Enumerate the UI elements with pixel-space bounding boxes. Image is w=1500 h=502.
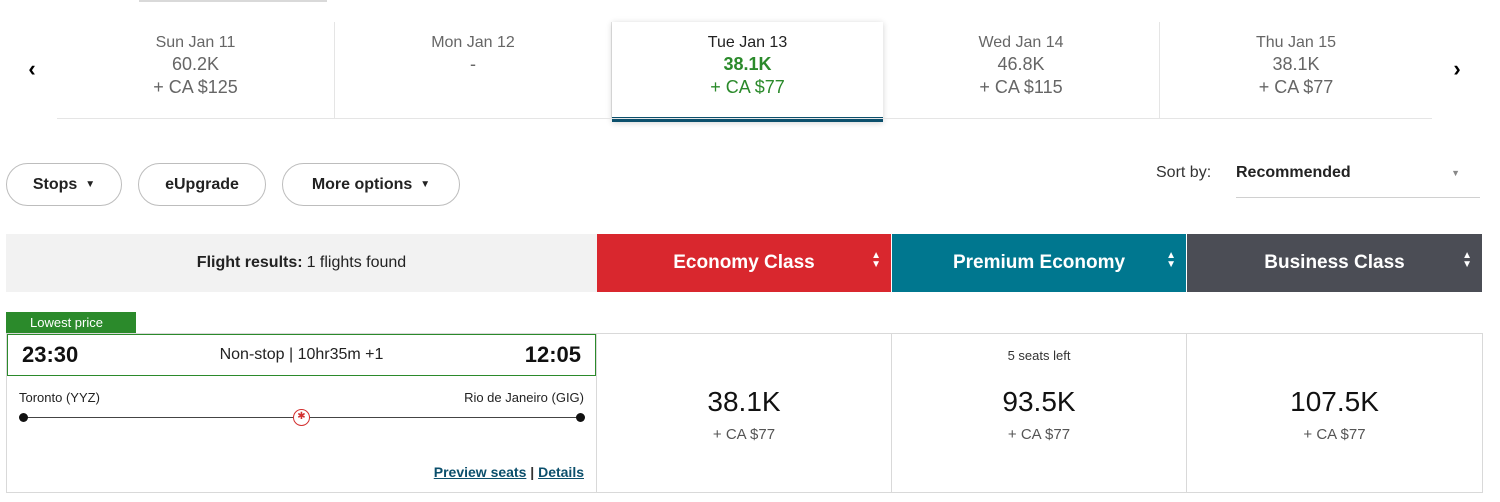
tab-underline: [139, 0, 327, 2]
arrival-time: 12:05: [524, 342, 581, 367]
date-label: Mon Jan 12: [431, 34, 515, 51]
date-label: Thu Jan 15: [1255, 34, 1337, 51]
business-class-header[interactable]: Business Class ▲ ▼: [1187, 234, 1482, 292]
sort-value: Recommended: [1236, 164, 1351, 181]
fare-tax: + CA $77: [1303, 426, 1366, 443]
lowest-price-badge: Lowest price: [6, 312, 136, 333]
sort-arrows-icon: ▲ ▼: [1166, 250, 1176, 270]
results-count: 1 flights found: [306, 254, 407, 271]
date-points: 38.1K: [1272, 54, 1320, 74]
fare-points: 107.5K: [1290, 386, 1379, 417]
date-points: 38.1K: [723, 54, 772, 74]
more-options-button[interactable]: More options ▼: [282, 163, 460, 206]
stops-filter-button[interactable]: Stops ▼: [6, 163, 122, 206]
seats-left: 5 seats left: [1007, 348, 1071, 363]
date-cell-jan-14[interactable]: Wed Jan 14 46.8K + CA $115: [883, 22, 1160, 118]
origin-dot: [19, 413, 28, 422]
date-points: 60.2K: [171, 54, 220, 74]
fare-points: 38.1K: [707, 386, 781, 417]
sort-select[interactable]: Recommended ▼: [1236, 156, 1480, 198]
fare-tax: + CA $77: [712, 426, 776, 443]
chevron-right-icon[interactable]: ›: [1445, 58, 1469, 82]
eupgrade-filter-button[interactable]: eUpgrade: [138, 163, 266, 206]
date-cell-jan-15[interactable]: Thu Jan 15 38.1K + CA $77: [1160, 22, 1432, 118]
stops-filter-label: Stops: [32, 175, 78, 193]
sort-arrows-icon: ▲ ▼: [871, 250, 881, 270]
more-options-label: More options: [311, 175, 413, 193]
economy-class-header[interactable]: Economy Class ▲ ▼: [597, 234, 891, 292]
link-separator: |: [530, 464, 535, 480]
eupgrade-filter-label: eUpgrade: [165, 175, 239, 193]
flight-card: 23:30 Non-stop | 10hr35m +1 12:05 Toront…: [6, 333, 597, 493]
date-label: Wed Jan 14: [978, 34, 1064, 51]
carousel-divider: [57, 118, 1432, 119]
premium-economy-fare-cell[interactable]: 5 seats left 93.5K + CA $77: [892, 333, 1187, 493]
date-tax: + CA $125: [153, 77, 238, 97]
preview-seats-link[interactable]: Preview seats: [434, 464, 527, 480]
destination-dot: [576, 413, 585, 422]
date-points: 46.8K: [997, 54, 1045, 74]
results-label: Flight results:: [196, 254, 303, 271]
date-label: Sun Jan 11: [155, 34, 236, 51]
details-link[interactable]: Details: [538, 464, 584, 480]
date-tax: + CA $115: [979, 77, 1063, 97]
premium-economy-label: Premium Economy: [952, 252, 1126, 273]
caret-down-icon: ▼: [85, 179, 96, 190]
date-points: -: [470, 54, 476, 74]
business-class-label: Business Class: [1264, 252, 1405, 273]
flight-duration-summary: Non-stop | 10hr35m +1: [219, 346, 384, 363]
date-tax: + CA $77: [1258, 77, 1334, 97]
fare-points: 93.5K: [1002, 386, 1076, 417]
date-carousel: ‹ Sun Jan 11 60.2K + CA $125 Mon Jan 12 …: [0, 22, 1500, 122]
date-label: Tue Jan 13: [707, 34, 788, 51]
economy-fare-cell[interactable]: 38.1K + CA $77: [597, 333, 892, 493]
date-cell-jan-11[interactable]: Sun Jan 11 60.2K + CA $125: [57, 22, 335, 118]
sort-arrows-icon: ▲ ▼: [1462, 250, 1472, 270]
sort-label: Sort by:: [1156, 164, 1212, 181]
origin-airport: Toronto (YYZ): [19, 390, 100, 405]
premium-economy-header[interactable]: Premium Economy ▲ ▼: [892, 234, 1186, 292]
date-tax: + CA $77: [710, 77, 785, 97]
caret-down-icon: ▼: [420, 179, 431, 190]
date-cell-jan-13[interactable]: Tue Jan 13 38.1K + CA $77: [612, 22, 883, 122]
economy-class-label: Economy Class: [673, 252, 815, 273]
departure-time: 23:30: [22, 342, 79, 367]
business-fare-cell[interactable]: 107.5K + CA $77: [1187, 333, 1483, 493]
flight-summary-row: 23:30 Non-stop | 10hr35m +1 12:05: [7, 334, 596, 376]
maple-leaf-icon: ✱: [293, 409, 310, 426]
flight-links: Preview seats | Details: [434, 464, 584, 480]
chevron-down-icon: ▼: [1451, 168, 1460, 178]
chevron-left-icon[interactable]: ‹: [20, 58, 44, 82]
fare-tax: + CA $77: [1007, 426, 1071, 443]
flight-results-header: Flight results: 1 flights found: [6, 234, 597, 292]
destination-airport: Rio de Janeiro (GIG): [464, 390, 584, 405]
date-cell-jan-12[interactable]: Mon Jan 12 -: [335, 22, 612, 118]
